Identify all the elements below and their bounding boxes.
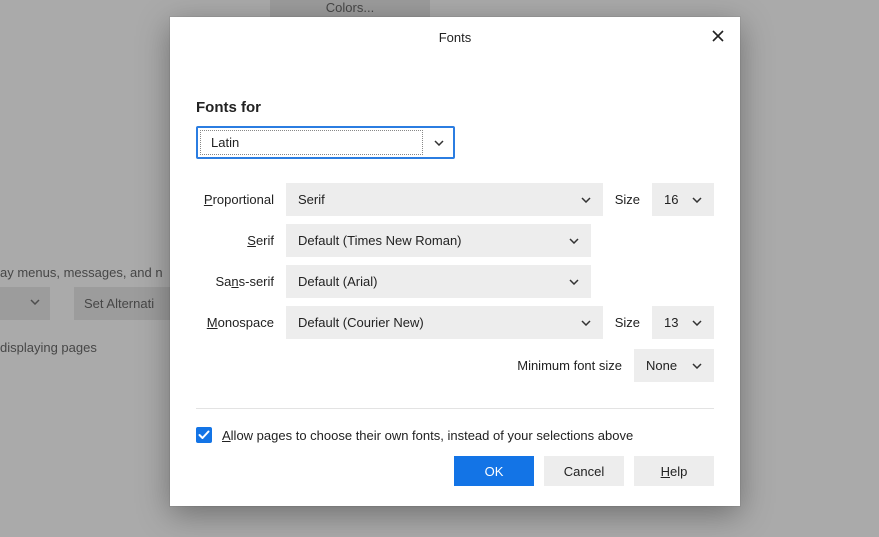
min-font-size-select[interactable]: None	[634, 349, 714, 382]
min-font-size-value: None	[646, 358, 677, 373]
fonts-for-label: Fonts for	[196, 99, 714, 116]
proportional-value: Serif	[298, 192, 325, 207]
sans-serif-value: Default (Arial)	[298, 274, 377, 289]
serif-label: Serif	[196, 233, 274, 248]
proportional-size-value: 16	[664, 192, 678, 207]
close-button[interactable]	[704, 23, 732, 51]
proportional-select[interactable]: Serif	[286, 183, 603, 216]
monospace-size-label: Size	[615, 315, 640, 330]
set-alternatives-button-bg: Set Alternati	[74, 287, 184, 320]
serif-value: Default (Times New Roman)	[298, 233, 462, 248]
monospace-size-select[interactable]: 13	[652, 306, 714, 339]
dialog-titlebar: Fonts	[170, 17, 740, 57]
allow-pages-checkbox[interactable]	[196, 427, 212, 443]
chevron-down-icon	[425, 128, 453, 157]
cancel-button[interactable]: Cancel	[544, 456, 624, 486]
chevron-down-icon	[569, 238, 579, 244]
sans-serif-select[interactable]: Default (Arial)	[286, 265, 591, 298]
sans-serif-label: Sans-serif	[196, 274, 274, 289]
proportional-size-select[interactable]: 16	[652, 183, 714, 216]
monospace-label: Monospace	[196, 315, 274, 330]
chevron-down-icon	[692, 363, 702, 369]
separator	[196, 408, 714, 409]
bg-text-2: displaying pages	[0, 340, 97, 355]
monospace-size-value: 13	[664, 315, 678, 330]
fonts-dialog: Fonts Fonts for Latin Proportional Serif…	[170, 17, 740, 506]
bg-combo	[0, 287, 50, 320]
proportional-size-label: Size	[615, 192, 640, 207]
chevron-down-icon	[581, 197, 591, 203]
help-button[interactable]: Help	[634, 456, 714, 486]
chevron-down-icon	[581, 320, 591, 326]
check-icon	[198, 430, 210, 440]
monospace-select[interactable]: Default (Courier New)	[286, 306, 603, 339]
monospace-value: Default (Courier New)	[298, 315, 424, 330]
chevron-down-icon	[692, 320, 702, 326]
bg-text-1: ay menus, messages, and n	[0, 265, 163, 280]
allow-pages-label: Allow pages to choose their own fonts, i…	[222, 428, 633, 443]
fonts-for-select[interactable]: Latin	[196, 126, 455, 159]
chevron-down-icon	[569, 279, 579, 285]
close-icon	[712, 30, 724, 45]
proportional-label: Proportional	[196, 192, 274, 207]
serif-select[interactable]: Default (Times New Roman)	[286, 224, 591, 257]
dialog-title: Fonts	[439, 30, 472, 45]
fonts-for-value: Latin	[200, 130, 423, 155]
chevron-down-icon	[692, 197, 702, 203]
min-font-size-label: Minimum font size	[517, 358, 622, 373]
ok-button[interactable]: OK	[454, 456, 534, 486]
